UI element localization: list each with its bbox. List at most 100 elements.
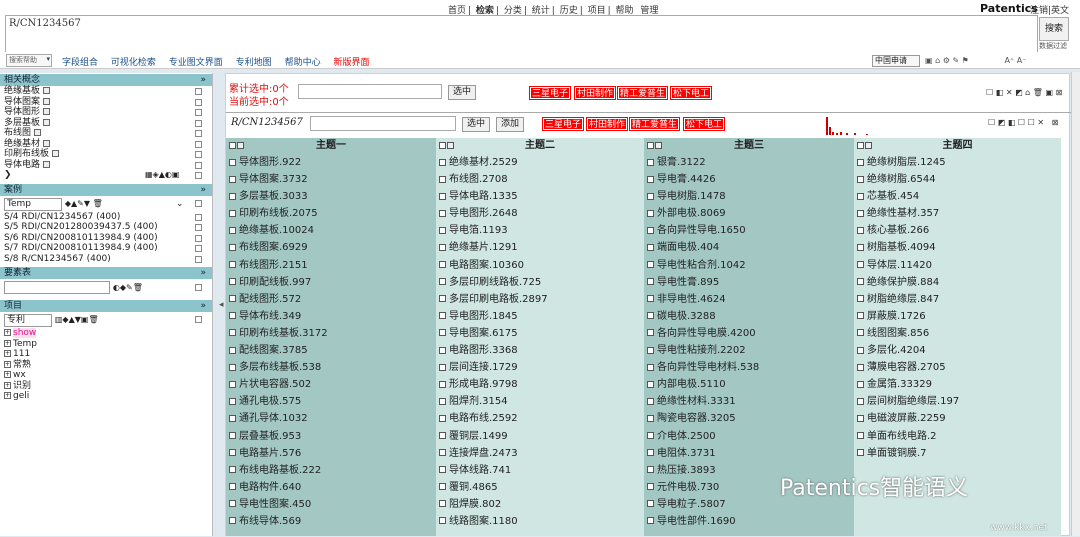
topic-term[interactable]: 形成电路.9798 [436, 376, 644, 393]
topic-term[interactable]: 电路图形.3368 [436, 342, 644, 359]
topic-term[interactable]: 布线图.2708 [436, 171, 644, 188]
topic-term[interactable]: 线路图案.1180 [436, 513, 644, 530]
checkbox[interactable] [229, 209, 236, 217]
checkbox[interactable] [647, 261, 654, 269]
topic-term[interactable]: 陶瓷电容器.3205 [644, 410, 854, 427]
collapse-sidebar-icon[interactable]: ◂ [219, 300, 224, 310]
expand-icon[interactable] [43, 108, 51, 115]
checkbox[interactable] [439, 449, 446, 457]
topic-term[interactable]: 电阻体.3731 [644, 445, 854, 462]
checkbox[interactable] [439, 226, 446, 234]
concept-item[interactable]: 导体电路 [0, 160, 212, 171]
checkbox[interactable] [195, 130, 202, 137]
checkbox[interactable] [439, 158, 446, 166]
cases-header[interactable]: 案例 » [0, 183, 212, 196]
topic-term[interactable]: 电路布线.2592 [436, 410, 644, 427]
checkbox[interactable] [647, 414, 654, 422]
topic-term[interactable]: 多层印刷电路板.2897 [436, 291, 644, 308]
checkbox[interactable] [647, 466, 654, 474]
link-patent-map[interactable]: 专利地图 [236, 58, 272, 68]
expand-icon[interactable] [865, 142, 872, 149]
checkbox[interactable] [647, 363, 654, 371]
checkbox[interactable] [229, 142, 236, 149]
topic-term[interactable]: 非导电性.4624 [644, 291, 854, 308]
link-new-interface[interactable]: 新版界面 [333, 58, 369, 68]
topic-term[interactable]: 绝缘基片.1291 [436, 239, 644, 256]
checkbox[interactable] [195, 234, 202, 242]
checkbox[interactable] [229, 483, 236, 491]
link-pro-interface[interactable]: 专业图文界面 [169, 58, 223, 68]
topic-term[interactable]: 导体电路.1335 [436, 188, 644, 205]
topic-term[interactable]: 树脂基板.4094 [854, 239, 1061, 256]
checkbox[interactable] [857, 380, 864, 388]
checkbox[interactable] [647, 500, 654, 508]
topic-term[interactable]: 导体图形.922 [226, 154, 436, 171]
concept-tool-icons[interactable]: ▦◈▲◐▣ [145, 170, 179, 181]
concept-item[interactable]: 绝缘基材 [0, 139, 212, 150]
concepts-header[interactable]: 相关概念 » [0, 74, 212, 86]
checkbox[interactable] [439, 517, 446, 525]
concept-item[interactable]: 布线图 [0, 128, 212, 139]
expand-icon[interactable]: + [4, 360, 11, 368]
checkbox[interactable] [195, 119, 202, 127]
checkbox[interactable] [647, 142, 654, 149]
topic-term[interactable]: 各向异性导电材料.538 [644, 359, 854, 376]
panel-tool-icons[interactable]: ☐ ◧ ✕ ◩ ⌂ 🗑 ▣ ⊠ [986, 88, 1062, 97]
topic-term[interactable]: 线图图案.856 [854, 325, 1061, 342]
topic-term[interactable]: 覆铜层.1499 [436, 428, 644, 445]
checkbox[interactable] [229, 500, 236, 508]
topic-term[interactable]: 树脂绝缘层.847 [854, 291, 1061, 308]
checkbox[interactable] [857, 449, 864, 457]
topic-term[interactable]: 多层布线基板.538 [226, 359, 436, 376]
topic-term[interactable]: 阻焊膜.802 [436, 496, 644, 513]
project-item[interactable]: +111 [0, 349, 212, 360]
case-tool-icons[interactable]: ◆▲✎▼ 🗑 [65, 199, 103, 208]
checkbox[interactable] [647, 449, 654, 457]
topic-term[interactable]: 多层化.4204 [854, 342, 1061, 359]
topic-term[interactable]: 电路构件.640 [226, 479, 436, 496]
concept-item[interactable]: 导体图案 [0, 97, 212, 108]
checkbox[interactable] [647, 483, 654, 491]
checkbox[interactable] [647, 295, 654, 303]
checkbox[interactable] [857, 432, 864, 439]
topic-term[interactable]: 布线导体.569 [226, 513, 436, 530]
checkbox[interactable] [195, 172, 202, 179]
topic-term[interactable]: 导体图案.3732 [226, 171, 436, 188]
topic-term[interactable]: 布线图形.2151 [226, 257, 436, 274]
checkbox[interactable] [229, 226, 236, 234]
expand-icon[interactable] [43, 87, 51, 94]
checkbox[interactable] [857, 142, 864, 149]
checkbox[interactable] [439, 209, 446, 217]
checkbox[interactable] [857, 295, 864, 303]
expand-icon[interactable] [43, 97, 51, 105]
checkbox[interactable] [857, 329, 864, 337]
topic-term[interactable]: 导体布线.349 [226, 308, 436, 325]
expand-icon[interactable]: + [4, 392, 11, 399]
checkbox[interactable] [195, 316, 202, 323]
data-filter-link[interactable]: 数据过滤 [1039, 41, 1067, 51]
topic-term[interactable]: 屏蔽膜.1726 [854, 308, 1061, 325]
topic-term[interactable]: 布线图案.6929 [226, 239, 436, 256]
tag-panasonic[interactable]: 松下电工 [669, 86, 713, 100]
topic-term[interactable]: 绝缘性基材.357 [854, 205, 1061, 222]
checkbox[interactable] [647, 209, 654, 217]
elements-header[interactable]: 要素表 » [0, 267, 212, 279]
project-item[interactable]: + 识别 [0, 381, 212, 392]
topic-term[interactable]: 配线图形.572 [226, 291, 436, 308]
checkbox[interactable] [195, 255, 202, 263]
checkbox[interactable] [647, 346, 654, 354]
expand-icon[interactable]: + [4, 350, 11, 357]
expand-icon[interactable] [447, 142, 454, 149]
checkbox[interactable] [229, 517, 236, 525]
checkbox[interactable] [195, 109, 202, 116]
checkbox[interactable] [647, 175, 654, 183]
topic-term[interactable]: 电路基片.576 [226, 445, 436, 462]
checkbox[interactable] [857, 243, 864, 251]
topic-term[interactable]: 配线图案.3785 [226, 342, 436, 359]
topic-term[interactable]: 导电图案.6175 [436, 325, 644, 342]
topic-term[interactable]: 内部电极.5110 [644, 376, 854, 393]
checkbox[interactable] [647, 312, 654, 320]
collapse-icon[interactable]: » [200, 300, 206, 312]
project-item[interactable]: + 常熟 [0, 360, 212, 371]
topic-term[interactable]: 通孔电极.575 [226, 393, 436, 410]
